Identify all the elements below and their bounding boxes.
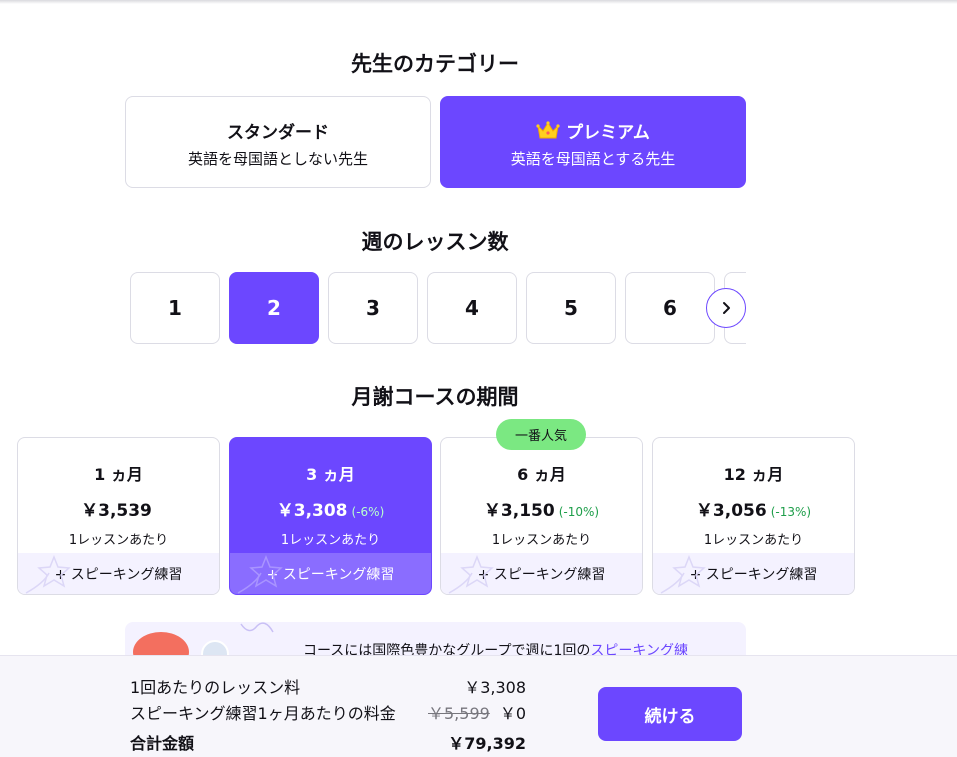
lesson-fee-row: 1回あたりのレッスン料 ￥3,308 — [130, 674, 526, 698]
duration-discount: (-13%) — [770, 505, 812, 519]
duration-price: ￥3,150 — [483, 501, 555, 521]
duration-price: ￥3,056 — [695, 501, 767, 521]
category-standard-name: スタンダード — [227, 122, 329, 143]
star-decoration-icon — [448, 554, 494, 594]
speaking-fee-old: ￥5,599 — [428, 704, 490, 723]
lesson-fee-value: ￥3,308 — [464, 678, 526, 697]
star-decoration-icon — [660, 554, 706, 594]
total-value: ￥79,392 — [448, 734, 526, 753]
duration-card-3[interactable]: 3 ヵ月 ￥3,308 (-6%) 1レッスンあたり + スピーキング練習 — [229, 437, 432, 595]
duration-card-1[interactable]: 1 ヵ月 ￥3,539 1レッスンあたり + スピーキング練習 — [17, 437, 220, 595]
duration-price: ￥3,308 — [276, 501, 348, 521]
lesson-count-1[interactable]: 1 — [130, 272, 220, 344]
duration-per-lesson: 1レッスンあたり — [68, 533, 169, 548]
duration-title: 月謝コースの期間 — [351, 385, 519, 409]
continue-button[interactable]: 続ける — [598, 687, 742, 741]
duration-label: 12 ヵ月 — [723, 465, 784, 484]
lesson-fee-label: 1回あたりのレッスン料 — [130, 678, 301, 697]
duration-discount: (-10%) — [558, 505, 600, 519]
lessons-title: 週のレッスン数 — [361, 230, 509, 254]
duration-card-6[interactable]: 6 ヵ月 ￥3,150 (-10%) 1レッスンあたり + スピーキング練習 — [440, 437, 643, 595]
total-label: 合計金額 — [130, 734, 195, 753]
total-row: 合計金額 ￥79,392 — [130, 730, 526, 754]
category-standard-card[interactable]: スタンダード 英語を母国語としない先生 — [125, 96, 431, 188]
duration-label: 1 ヵ月 — [94, 465, 143, 484]
crown-icon — [536, 121, 560, 139]
duration-label: 6 ヵ月 — [517, 465, 566, 484]
lesson-count-4[interactable]: 4 — [427, 272, 517, 344]
duration-card-12[interactable]: 12 ヵ月 ￥3,056 (-13%) 1レッスンあたり + スピーキング練習 — [652, 437, 855, 595]
lesson-count-2[interactable]: 2 — [229, 272, 319, 344]
lesson-count-6[interactable]: 6 — [625, 272, 715, 344]
duration-per-lesson: 1レッスンあたり — [703, 533, 804, 548]
star-decoration-icon — [237, 554, 283, 594]
duration-label: 3 ヵ月 — [306, 465, 355, 484]
top-divider — [0, 0, 957, 4]
category-title: 先生のカテゴリー — [351, 52, 519, 76]
category-premium-name: プレミアム — [566, 122, 650, 143]
next-button[interactable] — [706, 288, 746, 328]
squiggle-decoration-icon — [240, 622, 274, 633]
popular-badge: 一番人気 — [496, 419, 586, 450]
duration-price: ￥3,539 — [81, 501, 152, 521]
category-standard-sub: 英語を母国語としない先生 — [187, 150, 368, 168]
duration-per-lesson: 1レッスンあたり — [280, 533, 381, 548]
speaking-fee-value: ￥0 — [499, 704, 526, 723]
lesson-count-5[interactable]: 5 — [526, 272, 616, 344]
speaking-fee-label: スピーキング練習1ヶ月あたりの料金 — [130, 704, 396, 723]
speaking-fee-row: スピーキング練習1ヶ月あたりの料金 ￥5,599 ￥0 — [130, 700, 526, 724]
duration-per-lesson: 1レッスンあたり — [491, 533, 592, 548]
chevron-right-icon — [723, 302, 730, 314]
duration-discount: (-6%) — [351, 505, 385, 519]
lesson-count-3[interactable]: 3 — [328, 272, 418, 344]
star-decoration-icon — [25, 554, 71, 594]
category-premium-sub: 英語を母国語とする先生 — [510, 150, 676, 168]
category-premium-card[interactable]: プレミアム 英語を母国語とする先生 — [440, 96, 746, 188]
